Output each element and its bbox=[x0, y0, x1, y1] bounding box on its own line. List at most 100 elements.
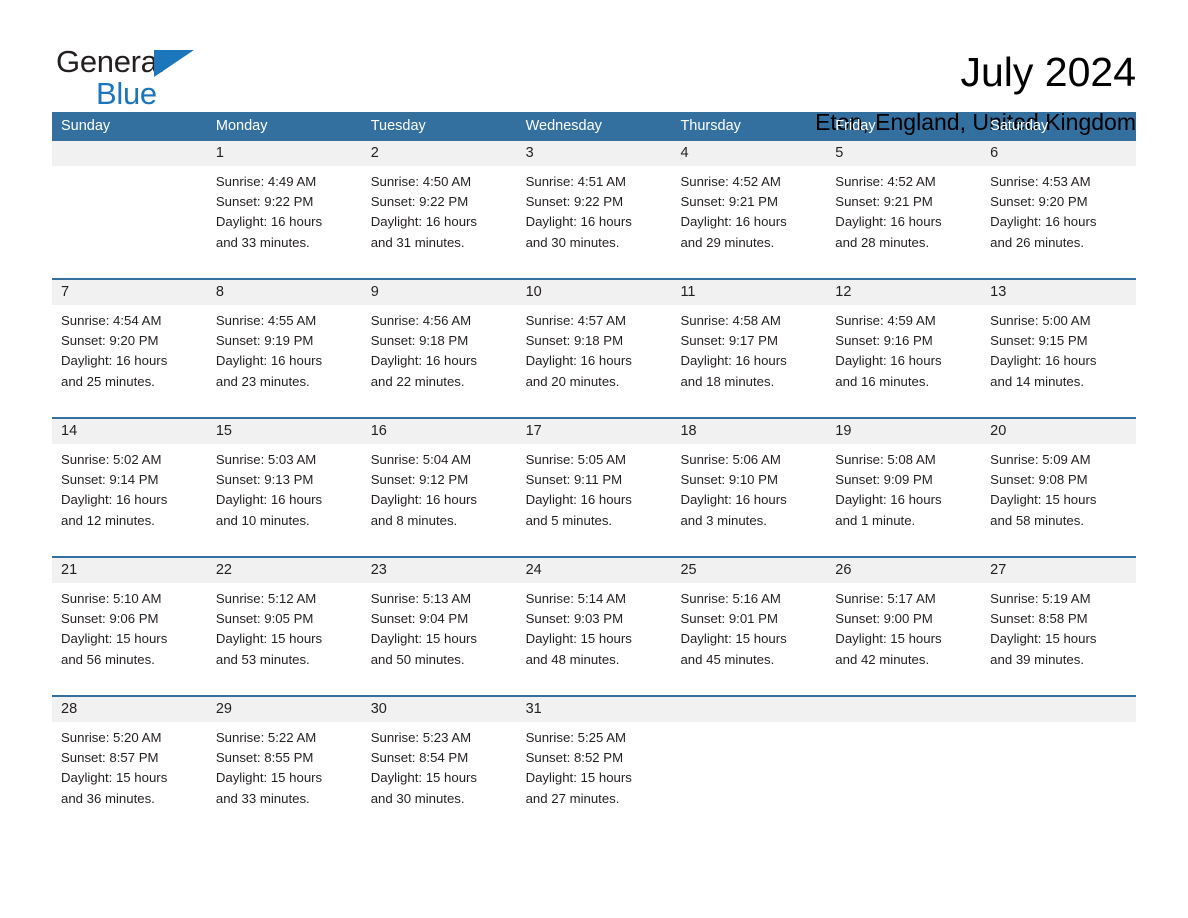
day-detail-line: and 27 minutes. bbox=[525, 790, 620, 806]
day-detail-line: and 1 minute. bbox=[835, 512, 916, 528]
day-cell[interactable]: Sunrise: 4:54 AM Sunset: 9:20 PM Daylight:… bbox=[52, 305, 207, 411]
day-cell-empty bbox=[671, 722, 826, 828]
day-detail-line: and 25 minutes. bbox=[61, 373, 155, 389]
day-cell[interactable]: Sunrise: 5:06 AM Sunset: 9:10 PM Daylight:… bbox=[671, 444, 826, 550]
day-detail-line: Sunrise: 5:02 AM bbox=[61, 452, 162, 467]
day-number[interactable]: 15 bbox=[207, 419, 362, 444]
day-detail-line: Sunrise: 5:16 AM bbox=[680, 591, 781, 606]
day-detail-line: Sunset: 9:05 PM bbox=[215, 611, 314, 627]
day-number[interactable]: 29 bbox=[207, 697, 362, 722]
day-cell[interactable]: Sunrise: 4:58 AM Sunset: 9:17 PM Daylight:… bbox=[671, 305, 826, 411]
day-detail-line: and 42 minutes. bbox=[835, 651, 930, 667]
calendar-week-row: 14 15 16 17 18 19 20 Sunrise: 5:02 AM Sunset: 9:… bbox=[52, 417, 1136, 550]
day-detail-line: Sunrise: 4:52 AM bbox=[835, 174, 936, 189]
day-number[interactable]: 27 bbox=[981, 558, 1136, 583]
day-number[interactable]: 25 bbox=[671, 558, 826, 583]
day-of-week-header: Sunday Monday Tuesday Wednesday Thursday Frid… bbox=[52, 112, 1136, 141]
day-number[interactable]: 10 bbox=[517, 280, 672, 305]
day-detail-line: Sunrise: 5:09 AM bbox=[990, 452, 1091, 467]
day-cell[interactable]: Sunrise: 4:50 AM Sunset: 9:22 PM Daylight:… bbox=[362, 166, 517, 272]
day-cell[interactable]: Sunrise: 5:09 AM Sunset: 9:08 PM Daylight:… bbox=[981, 444, 1136, 550]
day-number[interactable]: 30 bbox=[362, 697, 517, 722]
day-detail-line: Daylight: 15 hours bbox=[990, 631, 1097, 647]
day-detail-line: Daylight: 16 hours bbox=[990, 353, 1097, 369]
day-detail-line: and 16 minutes. bbox=[835, 373, 930, 389]
day-cell[interactable]: Sunrise: 4:51 AM Sunset: 9:22 PM Daylight:… bbox=[517, 166, 672, 272]
generalblue-logo[interactable]: General Blue bbox=[56, 46, 206, 112]
day-detail-line: Sunrise: 5:22 AM bbox=[215, 730, 317, 745]
day-number[interactable]: 11 bbox=[671, 280, 826, 305]
day-detail-line: Daylight: 15 hours bbox=[215, 631, 323, 647]
day-detail-line: Daylight: 16 hours bbox=[835, 492, 942, 508]
day-cell[interactable]: Sunrise: 4:55 AM Sunset: 9:19 PM Daylight:… bbox=[207, 305, 362, 411]
day-number[interactable]: 2 bbox=[362, 141, 517, 166]
day-cell[interactable]: Sunrise: 4:53 AM Sunset: 9:20 PM Daylight:… bbox=[981, 166, 1136, 272]
day-cell[interactable]: Sunrise: 5:14 AM Sunset: 9:03 PM Daylight:… bbox=[517, 583, 672, 689]
day-cell[interactable]: Sunrise: 4:56 AM Sunset: 9:18 PM Daylight:… bbox=[362, 305, 517, 411]
day-cell[interactable]: Sunrise: 5:23 AM Sunset: 8:54 PM Daylight:… bbox=[362, 722, 517, 828]
day-number[interactable]: 21 bbox=[52, 558, 207, 583]
day-number[interactable]: 13 bbox=[981, 280, 1136, 305]
day-cell[interactable]: Sunrise: 5:25 AM Sunset: 8:52 PM Daylight:… bbox=[517, 722, 672, 828]
day-number[interactable]: 20 bbox=[981, 419, 1136, 444]
day-detail-line: Sunset: 9:21 PM bbox=[835, 194, 933, 210]
day-cell[interactable]: Sunrise: 5:02 AM Sunset: 9:14 PM Daylight:… bbox=[52, 444, 207, 550]
day-number[interactable]: 1 bbox=[207, 141, 362, 166]
day-detail-line: Sunrise: 5:08 AM bbox=[835, 452, 936, 467]
day-number[interactable]: 23 bbox=[362, 558, 517, 583]
day-cell[interactable]: Sunrise: 5:20 AM Sunset: 8:57 PM Daylight:… bbox=[52, 722, 207, 828]
day-number[interactable]: 31 bbox=[517, 697, 672, 722]
day-number[interactable]: 24 bbox=[517, 558, 672, 583]
day-cell[interactable]: Sunrise: 5:16 AM Sunset: 9:01 PM Daylight:… bbox=[671, 583, 826, 689]
week-detail-band: Sunrise: 5:20 AM Sunset: 8:57 PM Daylight:… bbox=[52, 722, 1136, 828]
week-detail-band: Sunrise: 5:10 AM Sunset: 9:06 PM Daylight:… bbox=[52, 583, 1136, 689]
day-detail-line: Sunset: 9:17 PM bbox=[680, 333, 778, 349]
calendar-table: Sunday Monday Tuesday Wednesday Thursday Frid… bbox=[52, 112, 1136, 828]
day-number[interactable]: 12 bbox=[826, 280, 981, 305]
day-number[interactable]: 7 bbox=[52, 280, 207, 305]
day-cell[interactable]: Sunrise: 4:52 AM Sunset: 9:21 PM Daylight:… bbox=[671, 166, 826, 272]
day-number[interactable]: 26 bbox=[826, 558, 981, 583]
day-number[interactable]: 17 bbox=[517, 419, 672, 444]
day-cell[interactable]: Sunrise: 5:03 AM Sunset: 9:13 PM Daylight:… bbox=[207, 444, 362, 550]
page-header: General Blue July 2024 Eton, England, Un… bbox=[0, 0, 1188, 135]
day-cell[interactable]: Sunrise: 4:49 AM Sunset: 9:22 PM Daylight:… bbox=[207, 166, 362, 272]
day-number[interactable]: 19 bbox=[826, 419, 981, 444]
day-detail-line: Sunset: 9:16 PM bbox=[835, 333, 933, 349]
day-cell[interactable]: Sunrise: 4:57 AM Sunset: 9:18 PM Daylight:… bbox=[517, 305, 672, 411]
day-detail-line: Sunset: 9:18 PM bbox=[525, 333, 624, 349]
day-cell[interactable]: Sunrise: 5:04 AM Sunset: 9:12 PM Daylight:… bbox=[362, 444, 517, 550]
day-number[interactable]: 9 bbox=[362, 280, 517, 305]
day-number[interactable]: 14 bbox=[52, 419, 207, 444]
day-detail-line: Daylight: 16 hours bbox=[680, 492, 787, 508]
day-cell[interactable]: Sunrise: 5:05 AM Sunset: 9:11 PM Daylight:… bbox=[517, 444, 672, 550]
day-detail-line: Daylight: 16 hours bbox=[215, 492, 323, 508]
day-detail-line: Sunrise: 5:06 AM bbox=[680, 452, 781, 467]
day-detail-line: Sunset: 9:03 PM bbox=[525, 611, 624, 627]
day-cell[interactable]: Sunrise: 5:12 AM Sunset: 9:05 PM Daylight:… bbox=[207, 583, 362, 689]
day-number[interactable]: 3 bbox=[517, 141, 672, 166]
day-number[interactable]: 6 bbox=[981, 141, 1136, 166]
day-detail-line: Sunrise: 5:12 AM bbox=[215, 591, 317, 606]
day-detail-line: Sunrise: 4:50 AM bbox=[370, 174, 472, 189]
day-cell[interactable]: Sunrise: 5:00 AM Sunset: 9:15 PM Daylight:… bbox=[981, 305, 1136, 411]
day-cell[interactable]: Sunrise: 4:52 AM Sunset: 9:21 PM Daylight:… bbox=[826, 166, 981, 272]
day-cell[interactable]: Sunrise: 5:10 AM Sunset: 9:06 PM Daylight:… bbox=[52, 583, 207, 689]
day-detail-line: Daylight: 15 hours bbox=[525, 631, 632, 647]
day-cell[interactable]: Sunrise: 5:08 AM Sunset: 9:09 PM Daylight:… bbox=[826, 444, 981, 550]
day-number[interactable]: 4 bbox=[671, 141, 826, 166]
day-cell[interactable]: Sunrise: 4:59 AM Sunset: 9:16 PM Daylight:… bbox=[826, 305, 981, 411]
day-cell[interactable]: Sunrise: 5:19 AM Sunset: 8:58 PM Daylight:… bbox=[981, 583, 1136, 689]
day-detail-line: Daylight: 16 hours bbox=[835, 214, 942, 230]
day-number[interactable]: 18 bbox=[671, 419, 826, 444]
day-number[interactable]: 8 bbox=[207, 280, 362, 305]
day-number[interactable]: 5 bbox=[826, 141, 981, 166]
day-detail-line: Sunrise: 4:59 AM bbox=[835, 313, 936, 328]
day-cell[interactable]: Sunrise: 5:22 AM Sunset: 8:55 PM Daylight:… bbox=[207, 722, 362, 828]
day-number[interactable]: 16 bbox=[362, 419, 517, 444]
day-cell[interactable]: Sunrise: 5:17 AM Sunset: 9:00 PM Daylight:… bbox=[826, 583, 981, 689]
day-number[interactable]: 22 bbox=[207, 558, 362, 583]
day-detail-line: and 36 minutes. bbox=[61, 790, 155, 806]
day-cell[interactable]: Sunrise: 5:13 AM Sunset: 9:04 PM Daylight:… bbox=[362, 583, 517, 689]
day-number[interactable]: 28 bbox=[52, 697, 207, 722]
